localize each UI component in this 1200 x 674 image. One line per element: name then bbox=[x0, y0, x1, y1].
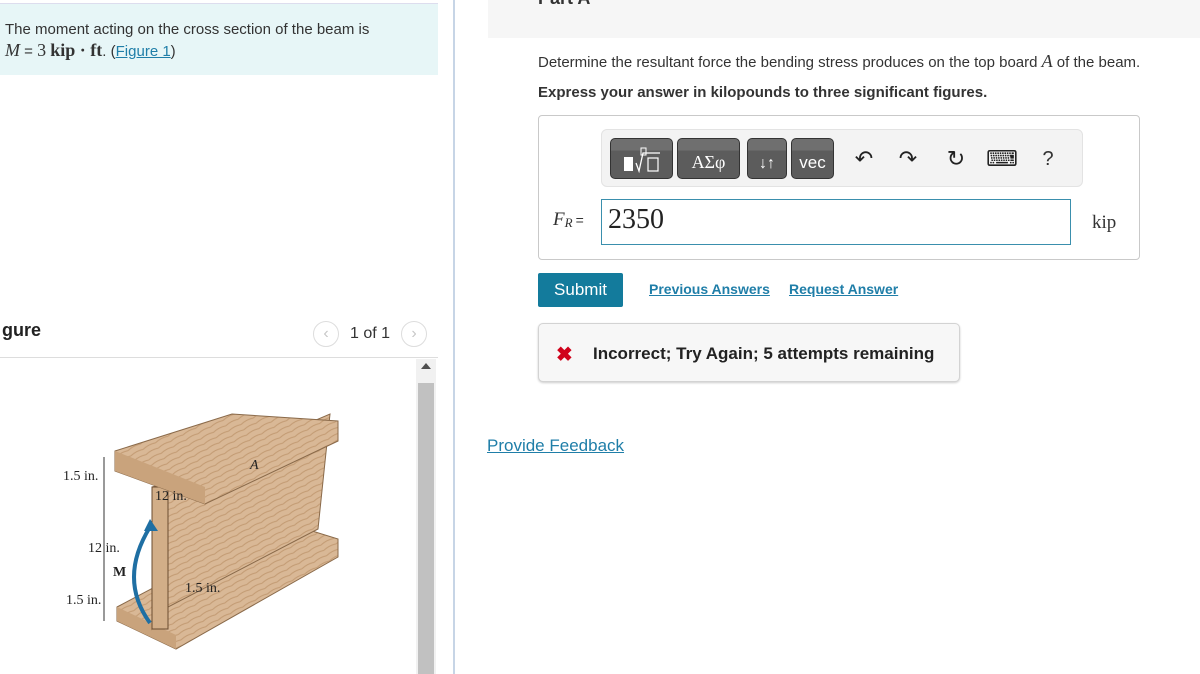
vector-button[interactable]: vec bbox=[791, 138, 834, 179]
answer-box: ΑΣφ ↓↑ vec ↶ ↷ ↻ ⌨ ? FR = 2350 kip bbox=[538, 115, 1140, 260]
moment-units: kip · ft bbox=[50, 40, 103, 60]
instruction-text: Express your answer in kilopounds to thr… bbox=[538, 84, 988, 101]
prev-figure-button[interactable]: ‹ bbox=[313, 321, 339, 347]
incorrect-x-icon: ✖ bbox=[556, 344, 573, 366]
math-toolbar: ΑΣφ ↓↑ vec ↶ ↷ ↻ ⌨ ? bbox=[601, 129, 1083, 187]
label-web-thickness: 1.5 in. bbox=[185, 581, 220, 596]
label-top-flange: 1.5 in. bbox=[63, 469, 98, 484]
question-prefix: Determine the resultant force the bendin… bbox=[538, 54, 1042, 71]
scroll-thumb[interactable] bbox=[418, 383, 434, 674]
feedback-message: ✖ Incorrect; Try Again; 5 attempts remai… bbox=[538, 323, 960, 382]
figure-pager: ‹ 1 of 1 › bbox=[313, 321, 428, 347]
arrows-button[interactable]: ↓↑ bbox=[747, 138, 787, 179]
part-header: Part A bbox=[488, 0, 1200, 38]
answer-equals: = bbox=[575, 212, 584, 228]
fraction-root-icon bbox=[623, 147, 660, 173]
pager-text: 1 of 1 bbox=[350, 325, 391, 342]
web-face bbox=[151, 486, 169, 630]
right-panel: Part A Determine the resultant force the… bbox=[455, 0, 1200, 674]
equals-sign: = bbox=[20, 43, 38, 60]
figure-image: 1.5 in. 12 in. 12 in. M 1.5 in. 1.5 in. … bbox=[0, 359, 416, 674]
label-bottom-flange: 1.5 in. bbox=[66, 593, 101, 608]
templates-button[interactable] bbox=[610, 138, 673, 179]
redo-icon[interactable]: ↷ bbox=[894, 145, 922, 173]
scroll-up-arrow-icon[interactable] bbox=[421, 363, 431, 369]
moment-value: 3 bbox=[37, 40, 47, 60]
label-web-height: 12 in. bbox=[88, 541, 120, 556]
label-flange-width: 12 in. bbox=[155, 489, 187, 504]
reset-icon[interactable]: ↻ bbox=[942, 145, 970, 173]
help-icon[interactable]: ? bbox=[1034, 145, 1062, 173]
beam-illustration: 1.5 in. 12 in. 12 in. M 1.5 in. 1.5 in. … bbox=[63, 413, 339, 650]
paren-close: ) bbox=[170, 43, 176, 60]
request-answer-link[interactable]: Request Answer bbox=[789, 281, 898, 297]
figure-title: gure bbox=[2, 320, 42, 340]
greek-button[interactable]: ΑΣφ bbox=[677, 138, 740, 179]
previous-answers-link[interactable]: Previous Answers bbox=[649, 281, 770, 297]
answer-subscript: R bbox=[564, 215, 573, 230]
keyboard-icon[interactable]: ⌨ bbox=[986, 145, 1018, 173]
chevron-left-icon: ‹ bbox=[323, 325, 329, 342]
answer-unit: kip bbox=[1092, 212, 1117, 233]
label-moment: M bbox=[113, 565, 126, 580]
next-figure-button[interactable]: › bbox=[401, 321, 428, 347]
figure-scrollbar[interactable] bbox=[416, 359, 436, 674]
part-label: Part A bbox=[538, 0, 590, 9]
answer-var: F bbox=[553, 209, 565, 230]
undo-icon[interactable]: ↶ bbox=[850, 145, 878, 173]
figure-link[interactable]: Figure 1 bbox=[116, 43, 171, 60]
question-text: Determine the resultant force the bendin… bbox=[538, 51, 1140, 72]
submit-button[interactable]: Submit bbox=[538, 273, 623, 307]
problem-text: The moment acting on the cross section o… bbox=[5, 21, 370, 38]
moment-variable: M bbox=[5, 40, 20, 60]
left-panel: The moment acting on the cross section o… bbox=[0, 0, 454, 674]
provide-feedback-link[interactable]: Provide Feedback bbox=[487, 436, 624, 456]
answer-variable-label: FR = bbox=[553, 209, 584, 231]
chevron-right-icon: › bbox=[411, 325, 417, 342]
answer-input[interactable]: 2350 bbox=[601, 199, 1071, 245]
paren-open: . ( bbox=[102, 43, 116, 60]
question-variable: A bbox=[1041, 51, 1053, 71]
problem-statement: The moment acting on the cross section o… bbox=[0, 3, 438, 75]
question-suffix: of the beam. bbox=[1052, 54, 1141, 71]
feedback-text: Incorrect; Try Again; 5 attempts remaini… bbox=[593, 344, 935, 363]
label-board-a: A bbox=[249, 458, 259, 473]
figure-header: gure ‹ 1 of 1 › bbox=[0, 316, 438, 358]
